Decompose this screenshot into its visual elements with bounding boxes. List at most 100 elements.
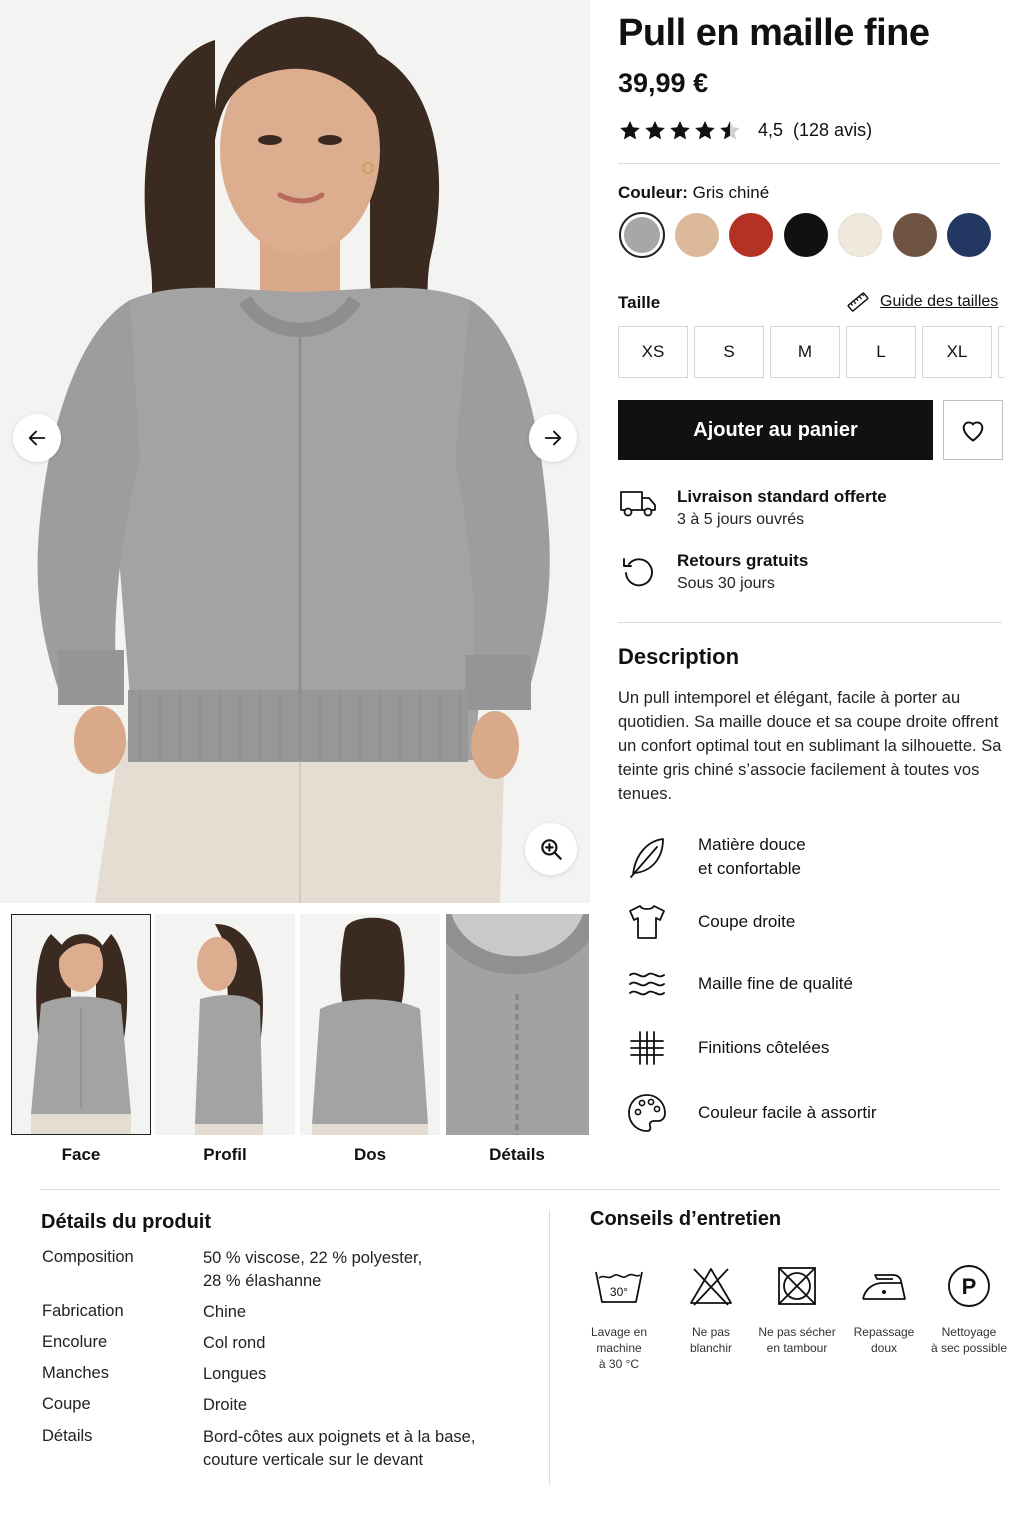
spec-key: Encolure	[42, 1333, 108, 1351]
previous-image-button[interactable]	[13, 414, 61, 462]
size-option-xs[interactable]: XS	[618, 326, 688, 378]
color-swatch[interactable]	[838, 213, 882, 257]
feature-icon-wrap	[624, 1090, 670, 1136]
size-guide-label: Guide des tailles	[880, 293, 999, 310]
spec-value: Droite	[203, 1396, 248, 1414]
thumbnail-details[interactable]	[446, 914, 589, 1135]
color-swatch-selected[interactable]	[619, 212, 665, 258]
grid-icon	[630, 1031, 664, 1065]
no-bleach-icon	[690, 1268, 732, 1306]
thumbnail-front-image	[11, 914, 151, 1135]
returns-subtitle: Sous 30 jours	[677, 575, 775, 592]
thumbnail-label: Détails	[489, 1145, 545, 1164]
review-count[interactable]: (128 avis)	[793, 120, 872, 141]
returns-title: Retours gratuits	[677, 551, 809, 570]
spec-key: Fabrication	[42, 1302, 124, 1320]
no-tumble-dry-icon	[778, 1267, 816, 1305]
dry-clean-letter: P	[962, 1274, 977, 1299]
spec-value-line: couture verticale sur le devant	[203, 1451, 424, 1469]
add-to-cart-button[interactable]: Ajouter au panier	[618, 400, 933, 460]
star-rating-icons	[620, 121, 740, 140]
ruler-icon	[847, 292, 869, 312]
color-swatch[interactable]	[947, 213, 991, 257]
thumbnail-profile-image	[155, 914, 295, 1135]
dry-clean-p-icon: P	[948, 1265, 990, 1307]
thumbnail-back-image	[300, 914, 440, 1135]
thumbnail-back[interactable]	[300, 914, 440, 1135]
thumbnail-front[interactable]	[11, 914, 151, 1135]
size-option-s[interactable]: S	[694, 326, 764, 378]
description-text: Un pull intemporel et élégant, facile à …	[618, 689, 1002, 803]
care-label: Ne pas sécher en tambour	[747, 1324, 847, 1356]
spec-value: Longues	[203, 1365, 267, 1383]
feature-text: Coupe droite	[698, 912, 796, 931]
color-swatch[interactable]	[729, 213, 773, 257]
leaf-icon	[630, 838, 664, 878]
color-label: Couleur:	[618, 183, 688, 202]
care-label-line: Ne pas sécher	[758, 1325, 836, 1339]
spec-value-line: 50 % viscose, 22 % polyester,	[203, 1249, 423, 1267]
zoom-button[interactable]	[525, 823, 577, 875]
size-option-l[interactable]: L	[846, 326, 916, 378]
product-details-heading: Détails du produit	[41, 1211, 211, 1233]
size-guide-link[interactable]: Guide des tailles	[846, 291, 998, 313]
care-label: Lavage en machine à 30 °C	[569, 1324, 669, 1372]
thumbnail-details-image	[446, 914, 589, 1135]
spec-value-line: 28 % élashanne	[203, 1272, 322, 1290]
care-label-line: Lavage en machine	[590, 1325, 648, 1355]
care-label-line: blanchir	[689, 1341, 733, 1355]
size-option-m[interactable]: M	[770, 326, 840, 378]
care-icon-wrap	[685, 1262, 737, 1310]
divider	[40, 1189, 1000, 1190]
thumbnail-label: Face	[61, 1145, 101, 1164]
care-heading: Conseils d’entretien	[590, 1208, 782, 1230]
spec-value: Col rond	[203, 1334, 266, 1352]
model-photo	[0, 0, 590, 903]
return-icon	[623, 558, 653, 587]
care-icon-wrap	[771, 1262, 823, 1310]
care-icon-wrap	[858, 1262, 910, 1310]
waves-icon	[629, 972, 665, 996]
rating-value: 4,5	[758, 119, 784, 140]
product-price: 39,99 €	[618, 68, 709, 98]
wishlist-button[interactable]	[943, 400, 1003, 460]
care-label: Nettoyage à sec possible	[919, 1324, 1019, 1356]
product-rating[interactable]: 4,5 (128 avis)	[618, 118, 872, 142]
arrow-right-icon	[544, 430, 562, 446]
heart-icon	[962, 421, 984, 442]
shipping-title: Livraison standard offerte	[677, 487, 887, 506]
feature-icon-wrap	[624, 1025, 670, 1071]
next-image-button[interactable]	[529, 414, 577, 462]
zoom-in-icon	[541, 839, 562, 860]
thumbnail-label: Profil	[203, 1145, 247, 1164]
care-label-line: à sec possible	[930, 1341, 1008, 1355]
size-option-overflow[interactable]	[998, 326, 1004, 378]
feature-line: et confortable	[698, 859, 802, 878]
care-label-line: en tambour	[766, 1341, 828, 1355]
product-main-image[interactable]	[0, 0, 590, 903]
return-icon-wrap	[621, 554, 657, 595]
color-swatch[interactable]	[784, 213, 828, 257]
wash-30-icon: 30°	[595, 1271, 643, 1303]
palette-icon	[628, 1094, 666, 1132]
thumbnail-label: Dos	[353, 1145, 387, 1164]
color-label-row: Couleur: Gris chiné	[618, 183, 769, 203]
care-label-line: Nettoyage	[941, 1325, 997, 1339]
truck-icon-wrap	[619, 486, 657, 525]
feature-text: Finitions côtelées	[698, 1038, 830, 1057]
feature-text: Matière douce et confortable	[698, 833, 806, 881]
iron-low-icon	[862, 1274, 906, 1300]
swatch-fill	[624, 217, 660, 253]
size-option-xl[interactable]: XL	[922, 326, 992, 378]
tshirt-icon	[629, 905, 665, 939]
color-swatch[interactable]	[675, 213, 719, 257]
divider	[618, 622, 1002, 623]
color-swatch[interactable]	[893, 213, 937, 257]
shipping-subtitle: 3 à 5 jours ouvrés	[677, 511, 805, 528]
spec-value: 50 % viscose, 22 % polyester, 28 % élash…	[203, 1247, 422, 1293]
care-icon-wrap: P	[943, 1262, 995, 1310]
spec-value: Bord-côtes aux poignets et à la base, co…	[203, 1426, 475, 1472]
feature-icon-wrap	[624, 834, 670, 880]
spec-value-line: Bord-côtes aux poignets et à la base,	[203, 1428, 476, 1446]
thumbnail-profile[interactable]	[155, 914, 295, 1135]
